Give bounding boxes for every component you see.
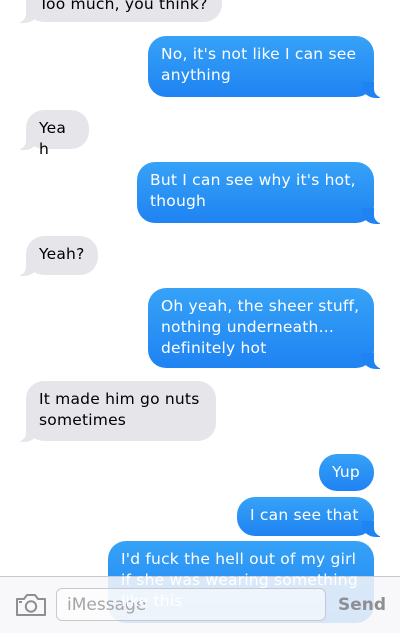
camera-icon[interactable] (14, 593, 48, 617)
message-text: Oh yeah, the sheer stuff, nothing undern… (161, 297, 360, 357)
message-bubble-received: It made him go nuts sometimes (12, 381, 216, 442)
message-text: Yeah? (39, 245, 85, 263)
message-text: Too much, you think? (39, 0, 208, 13)
message-bubble-received: Yeah (12, 110, 89, 158)
send-button[interactable]: Send (333, 591, 391, 619)
message-text: I can see that (250, 506, 359, 524)
message-bubble-sent: Oh yeah, the sheer stuff, nothing undern… (148, 288, 388, 369)
message-text: Yeah (39, 119, 67, 158)
message-bubble-sent: I can see that (237, 497, 388, 537)
message-bubble-sent: But I can see why it's hot, though (137, 162, 388, 224)
message-bubble-received: Too much, you think? (12, 0, 222, 23)
message-text: Yup (332, 463, 360, 481)
message-text: But I can see why it's hot, though (150, 171, 356, 210)
message-bubble-sent: No, it's not like I can see anything (148, 36, 388, 98)
message-input[interactable] (56, 588, 326, 621)
message-text: No, it's not like I can see anything (161, 45, 357, 84)
message-text: It made him go nuts sometimes (39, 390, 200, 429)
message-bubble-sent: Yup (319, 454, 374, 491)
message-bubble-received: Yeah? (12, 236, 98, 276)
message-thread[interactable]: Too much, you think? No, it's not like I… (0, 0, 400, 633)
